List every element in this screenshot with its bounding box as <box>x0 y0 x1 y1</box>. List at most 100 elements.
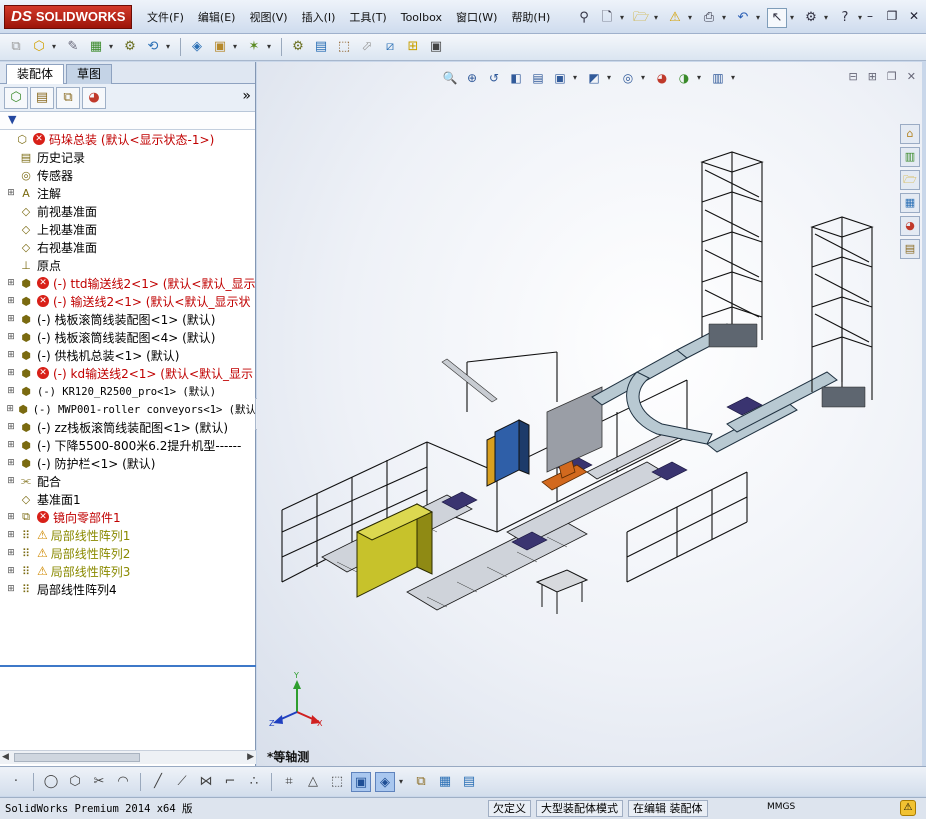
menu-file[interactable]: 文件(F) <box>140 0 191 34</box>
mesh-icon[interactable]: ⌗ <box>279 772 299 792</box>
close-view-icon[interactable]: ✕ <box>907 70 916 83</box>
print-icon[interactable]: ⎙ <box>699 8 719 28</box>
pin-icon[interactable]: ⚲ <box>574 8 594 28</box>
tree-node[interactable]: ⊞ ⠿ ⚠ 局部线性阵列2 <box>0 544 255 562</box>
point-icon[interactable]: · <box>6 772 26 792</box>
interference-detection-icon[interactable]: ⧄ <box>380 37 400 57</box>
tree-node[interactable]: ⊞ ⬢ (-) 栈板滚筒线装配图<1> (默认) <box>0 310 255 328</box>
expand-icon[interactable]: ⊞ <box>6 296 16 306</box>
tab-sketch[interactable]: 草图 <box>66 64 113 84</box>
file-explorer-icon[interactable]: 🗁 <box>900 170 920 190</box>
options-dropdown-icon[interactable]: ▾ <box>824 8 832 28</box>
shaded-dropdown-icon[interactable]: ▾ <box>399 772 407 792</box>
frame-icon[interactable]: ▤ <box>459 772 479 792</box>
menu-insert[interactable]: 插入(I) <box>295 0 343 34</box>
tree-node[interactable]: ⊞ ⬢ (-) zz栈板滚筒线装配图<1> (默认) <box>0 418 255 436</box>
view-orientation-dropdown-icon[interactable]: ▾ <box>573 68 581 88</box>
rebuild-status-icon[interactable]: ⚠ <box>900 800 916 816</box>
minimize-icon[interactable]: – <box>862 8 878 24</box>
tree-node[interactable]: ⊞ ⬢ ✕ (-) 输送线2<1> (默认<默认_显示状 <box>0 292 255 310</box>
undo-dropdown-icon[interactable]: ▾ <box>756 8 764 28</box>
assembly-features-icon[interactable]: ▣ <box>210 37 230 57</box>
view-settings-dropdown-icon[interactable]: ▾ <box>731 68 739 88</box>
menu-tools[interactable]: 工具(T) <box>342 0 393 34</box>
more-tabs-icon[interactable]: » <box>242 88 251 104</box>
dynamic-annotation-icon[interactable]: ▤ <box>529 69 547 87</box>
select-dropdown-icon[interactable]: ▾ <box>790 8 798 28</box>
tree-node[interactable]: ⊞ ⬢ (-) 防护栏<1> (默认) <box>0 454 255 472</box>
new-icon[interactable]: 🗋 <box>597 8 617 28</box>
menu-help[interactable]: 帮助(H) <box>504 0 557 34</box>
circle-icon[interactable]: ◯ <box>41 772 61 792</box>
expand-icon[interactable]: ⊞ <box>6 422 16 432</box>
design-library-icon[interactable]: ▥ <box>900 147 920 167</box>
palette-icon[interactable]: ▦ <box>435 772 455 792</box>
displaymanager-icon[interactable]: ◕ <box>82 86 106 109</box>
show-hidden-icon[interactable]: ◈ <box>187 37 207 57</box>
tree-node[interactable]: ◇ 右视基准面 <box>0 238 255 256</box>
exploded-view-icon[interactable]: ⬚ <box>334 37 354 57</box>
features-dropdown-icon[interactable]: ▾ <box>233 37 241 57</box>
solidworks-logo[interactable]: DS SOLIDWORKS <box>4 5 132 29</box>
status-units[interactable]: MMGS <box>767 802 795 812</box>
tree-node[interactable]: ⊞ A 注解 <box>0 184 255 202</box>
tree-node[interactable]: ⊞ ⬢ ✕ (-) kd输送线2<1> (默认<默认_显示 <box>0 364 255 382</box>
expand-icon[interactable]: ⊞ <box>6 512 16 522</box>
tree-node[interactable]: ◎ 传感器 <box>0 166 255 184</box>
split-horizontal-icon[interactable]: ⊟ <box>848 70 857 83</box>
open-dropdown-icon[interactable]: ▾ <box>654 8 662 28</box>
expand-icon[interactable]: ⊞ <box>6 368 16 378</box>
expand-icon[interactable]: ⊞ <box>6 476 16 486</box>
line-icon[interactable]: ╱ <box>148 772 168 792</box>
tree-node[interactable]: ⊞ ⬢ ✕ (-) ttd输送线2<1> (默认<默认_显示 <box>0 274 255 292</box>
section-icon[interactable]: ⧉ <box>411 772 431 792</box>
rebuild-dropdown-icon[interactable]: ▾ <box>688 8 696 28</box>
feature-filter[interactable]: ▼ <box>0 112 255 130</box>
expand-icon[interactable]: ⊞ <box>6 350 16 360</box>
hide-show-dropdown-icon[interactable]: ▾ <box>641 68 649 88</box>
display-style-icon[interactable]: ◩ <box>585 69 603 87</box>
tree-node[interactable]: ◇ 上视基准面 <box>0 220 255 238</box>
tree-node[interactable]: ⊞ ⬢ (-) 供栈机总装<1> (默认) <box>0 346 255 364</box>
reference-geometry-icon[interactable]: ✶ <box>244 37 264 57</box>
corner-icon[interactable]: ⟋ <box>172 772 192 792</box>
triangle-icon[interactable]: △ <box>303 772 323 792</box>
tab-assembly[interactable]: 装配体 <box>6 64 65 84</box>
box-shaded-icon[interactable]: ▣ <box>351 771 371 792</box>
restore-icon[interactable]: ❐ <box>884 8 900 24</box>
fillet-icon[interactable]: ⌐ <box>220 772 240 792</box>
tree-node[interactable]: ⬡ ✕ 码垛总装 (默认<显示状态-1>) <box>0 130 255 148</box>
arc-icon[interactable]: ◠ <box>113 772 133 792</box>
polygon-icon[interactable]: ⬡ <box>65 772 85 792</box>
smart-fasteners-icon[interactable]: ⚙ <box>120 37 140 57</box>
hide-show-icon[interactable]: ◎ <box>619 69 637 87</box>
tree-horizontal-scrollbar[interactable]: ◀ ▶ <box>0 750 256 764</box>
tree-node[interactable]: ⊞ ⧉ ✕ 镜向零部件1 <box>0 508 255 526</box>
tree-node[interactable]: ⊥ 原点 <box>0 256 255 274</box>
apply-scene-dropdown-icon[interactable]: ▾ <box>697 68 705 88</box>
rebuild-warning-icon[interactable]: ⚠ <box>665 8 685 28</box>
view-palette-icon[interactable]: ▦ <box>900 193 920 213</box>
expand-icon[interactable]: ⊞ <box>6 188 16 198</box>
zoom-fit-icon[interactable]: 🔍 <box>441 69 459 87</box>
pattern-dropdown-icon[interactable]: ▾ <box>109 37 117 57</box>
apply-scene-icon[interactable]: ◑ <box>675 69 693 87</box>
help-icon[interactable]: ? <box>835 8 855 28</box>
scroll-left-icon[interactable]: ◀ <box>2 751 9 764</box>
expand-icon[interactable]: ⊞ <box>6 458 16 468</box>
tree-node[interactable]: ⊞ ⠿ ⚠ 局部线性阵列1 <box>0 526 255 544</box>
close-icon[interactable]: ✕ <box>906 8 922 24</box>
expand-icon[interactable]: ⊞ <box>6 566 16 576</box>
new-dropdown-icon[interactable]: ▾ <box>620 8 628 28</box>
previous-view-icon[interactable]: ↺ <box>485 69 503 87</box>
expand-icon[interactable]: ⊞ <box>6 548 16 558</box>
bill-of-materials-icon[interactable]: ▤ <box>311 37 331 57</box>
linear-pattern-icon[interactable]: ▦ <box>86 37 106 57</box>
featuremanager-icon[interactable]: ⬡ <box>4 86 28 109</box>
clearance-verification-icon[interactable]: ⊞ <box>403 37 423 57</box>
move-dropdown-icon[interactable]: ▾ <box>166 37 174 57</box>
undo-icon[interactable]: ↶ <box>733 8 753 28</box>
view-orientation-icon[interactable]: ▣ <box>551 69 569 87</box>
scroll-thumb[interactable] <box>14 753 140 762</box>
edit-appearance-icon[interactable]: ◕ <box>653 69 671 87</box>
